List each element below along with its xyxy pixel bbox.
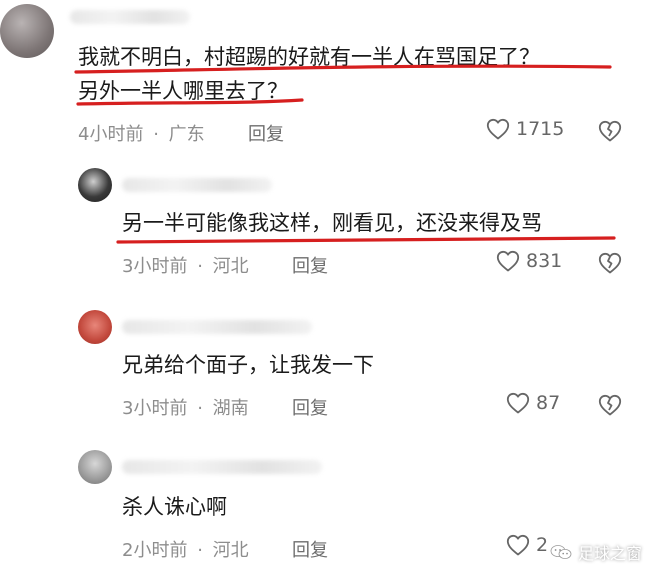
- comment-meta: 3小时前 · 湖南: [122, 394, 249, 420]
- heart-outline-icon: [506, 392, 530, 414]
- watermark: 足球之窗: [550, 540, 642, 564]
- comment-text-line-1: 另一半可能像我这样，刚看见，还没来得及骂: [122, 211, 542, 235]
- comment-time: 2小时前: [122, 540, 188, 561]
- username-blurred[interactable]: [70, 10, 190, 24]
- reply-button[interactable]: 回复: [292, 252, 328, 278]
- comment-text-line-1: 杀人诛心啊: [122, 495, 227, 519]
- broken-heart-icon: [598, 394, 622, 416]
- reply-button[interactable]: 回复: [248, 120, 284, 146]
- meta-separator: ·: [197, 540, 203, 561]
- heart-outline-icon: [496, 250, 520, 272]
- watermark-text: 足球之窗: [577, 544, 642, 563]
- like-count: 831: [526, 250, 563, 272]
- comment-meta: 3小时前 · 河北: [122, 252, 249, 278]
- comment-text-line-2: 另外一半人哪里去了？: [78, 79, 288, 103]
- reply-button[interactable]: 回复: [292, 536, 328, 562]
- comment-thread: 我就不明白，村超踢的好就有一半人在骂国足了？ 另外一半人哪里去了？ 4小时前 ·…: [0, 0, 656, 576]
- comment-meta: 2小时前 · 河北: [122, 536, 249, 562]
- meta-separator: ·: [197, 398, 203, 419]
- comment-location: 河北: [212, 256, 249, 277]
- heart-outline-icon: [486, 118, 510, 140]
- comment-location: 广东: [168, 124, 205, 145]
- like-button[interactable]: 87: [506, 392, 560, 414]
- wechat-logo-icon: [550, 545, 572, 559]
- comment-item: 我就不明白，村超踢的好就有一半人在骂国足了？ 另外一半人哪里去了？ 4小时前 ·…: [0, 0, 656, 160]
- comment-location: 河北: [212, 540, 249, 561]
- reply-button[interactable]: 回复: [292, 394, 328, 420]
- username-blurred[interactable]: [122, 178, 272, 192]
- comment-text-line-1: 我就不明白，村超踢的好就有一半人在骂国足了？: [78, 45, 540, 69]
- like-count: 87: [536, 392, 561, 414]
- avatar[interactable]: [78, 450, 112, 484]
- dislike-button[interactable]: [598, 252, 622, 274]
- avatar[interactable]: [78, 168, 112, 202]
- comment-text-line-1: 兄弟给个面子，让我发一下: [122, 353, 374, 377]
- heart-outline-icon: [506, 534, 530, 556]
- like-count: 2: [536, 534, 549, 556]
- reply-item: 另一半可能像我这样，刚看见，还没来得及骂 3小时前 · 河北 回复 831: [0, 160, 656, 300]
- comment-meta: 4小时前 · 广东: [78, 120, 205, 146]
- like-button[interactable]: 1715: [486, 118, 564, 140]
- dislike-button[interactable]: [598, 394, 622, 416]
- username-blurred[interactable]: [122, 460, 322, 474]
- comment-location: 湖南: [212, 398, 249, 419]
- meta-separator: ·: [153, 124, 159, 145]
- dislike-button[interactable]: [598, 120, 622, 142]
- meta-separator: ·: [197, 256, 203, 277]
- broken-heart-icon: [598, 252, 622, 274]
- comment-time: 3小时前: [122, 256, 188, 277]
- like-button[interactable]: 831: [496, 250, 562, 272]
- comment-time: 3小时前: [122, 398, 188, 419]
- reply-item: 兄弟给个面子，让我发一下 3小时前 · 湖南 回复 87: [0, 300, 656, 440]
- broken-heart-icon: [598, 120, 622, 142]
- username-blurred[interactable]: [122, 320, 312, 334]
- avatar[interactable]: [78, 310, 112, 344]
- comment-time: 4小时前: [78, 124, 144, 145]
- like-button[interactable]: 2: [506, 534, 548, 556]
- avatar[interactable]: [0, 4, 54, 58]
- like-count: 1715: [516, 118, 565, 140]
